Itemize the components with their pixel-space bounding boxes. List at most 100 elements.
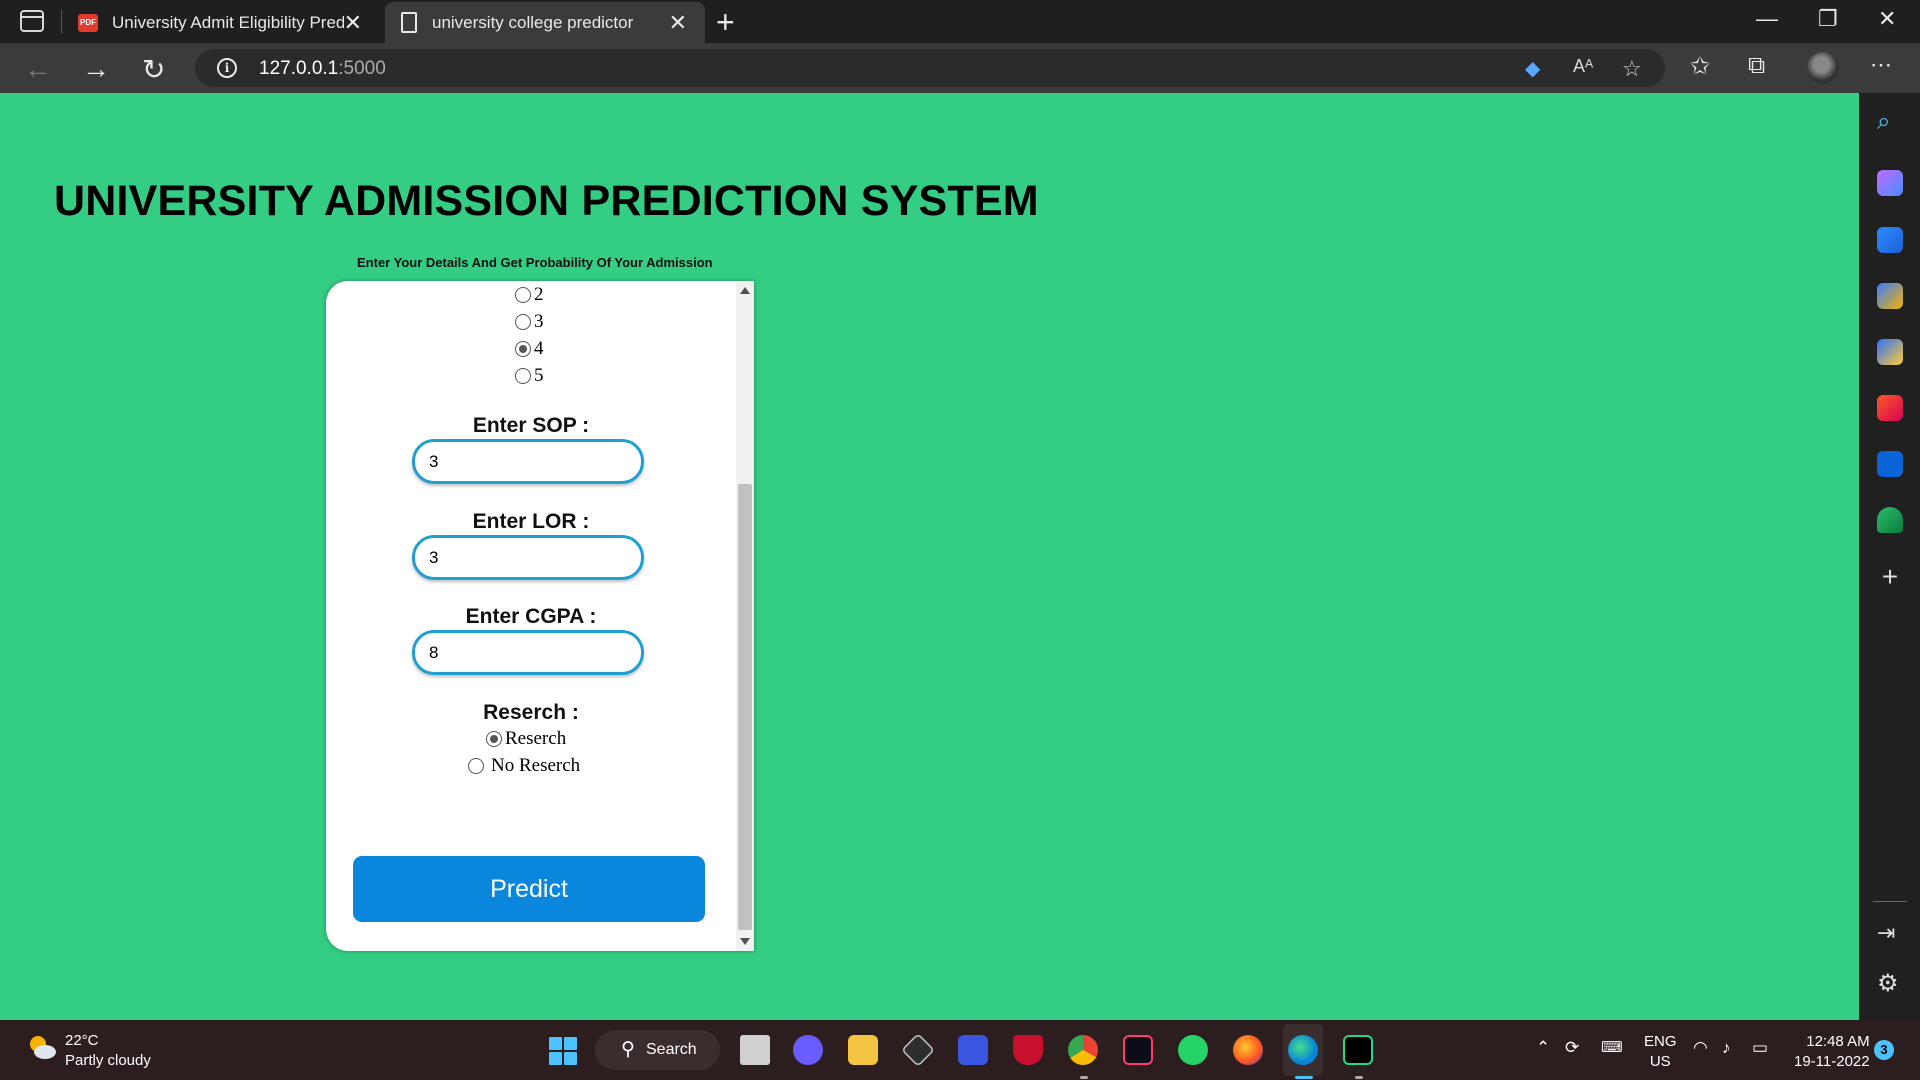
battery-icon[interactable]: ▭ xyxy=(1752,1038,1768,1058)
tools-icon[interactable] xyxy=(1877,283,1903,309)
chat-icon[interactable] xyxy=(793,1035,823,1065)
prediction-form: 2 3 4 5 Enter SOP : Enter LOR : Enter CG… xyxy=(326,281,754,951)
search-icon[interactable]: ⌕ xyxy=(1877,108,1903,135)
document-icon xyxy=(401,12,417,33)
cgpa-label: Enter CGPA : xyxy=(465,605,597,628)
sync-icon[interactable]: ⟳ xyxy=(1565,1038,1579,1058)
research-option-no[interactable]: No Reserch xyxy=(468,755,580,777)
lor-input[interactable] xyxy=(412,535,644,580)
address-bar: ← → ↻ i 127.0.0.1:5000 ◆ Aᴬ ☆ ✩ ⧉ ⋯ xyxy=(0,43,1920,93)
wifi-icon[interactable]: ◠ xyxy=(1693,1038,1708,1058)
rating-option-5[interactable]: 5 xyxy=(515,365,544,387)
radio-button-checked[interactable] xyxy=(515,341,531,357)
file-explorer-icon[interactable] xyxy=(848,1035,878,1065)
rating-option-3[interactable]: 3 xyxy=(515,311,544,333)
tab-bar: PDF University Admit Eligibility Predict… xyxy=(0,0,1920,43)
windows-start-icon[interactable] xyxy=(549,1037,577,1065)
edge-sidebar: ⌕ + ⇥ ⚙ xyxy=(1859,93,1920,1020)
tab-title: University Admit Eligibility Prediction xyxy=(112,13,344,32)
forward-icon[interactable]: → xyxy=(82,53,110,85)
more-options-icon[interactable]: ⋯ xyxy=(1870,52,1892,78)
back-icon[interactable]: ← xyxy=(24,53,52,85)
keyboard-icon[interactable]: ⌨ xyxy=(1601,1038,1623,1056)
close-tab-icon[interactable]: ✕ xyxy=(669,10,687,36)
task-view-icon[interactable] xyxy=(740,1035,770,1065)
rating-option-4[interactable]: 4 xyxy=(515,338,544,360)
add-icon[interactable]: + xyxy=(1877,561,1903,592)
taskbar: 22°C Partly cloudy ⚲ Search ⌃ ⟳ ⌨ ENG US… xyxy=(0,1020,1920,1080)
new-tab-icon[interactable]: + xyxy=(716,4,735,41)
close-window-icon[interactable]: ✕ xyxy=(1878,6,1896,32)
predict-button[interactable]: Predict xyxy=(353,856,705,922)
outlook-icon[interactable] xyxy=(1877,451,1903,477)
system-clock[interactable]: 12:48 AM 19-11-2022 xyxy=(1794,1032,1870,1072)
chrome-icon[interactable] xyxy=(1068,1035,1098,1065)
tab-actions-icon[interactable] xyxy=(20,10,44,32)
volume-icon[interactable]: ♪ xyxy=(1722,1038,1731,1058)
research-option-yes[interactable]: Reserch xyxy=(486,728,566,750)
minimize-icon[interactable]: — xyxy=(1756,6,1778,32)
avatar[interactable] xyxy=(1807,52,1839,84)
clock-date: 19-11-2022 xyxy=(1794,1053,1870,1070)
lor-label: Enter LOR : xyxy=(472,510,590,533)
scroll-down-icon[interactable] xyxy=(740,938,750,945)
url-field[interactable]: i 127.0.0.1:5000 ◆ Aᴬ ☆ xyxy=(195,49,1665,87)
chevron-up-icon[interactable]: ⌃ xyxy=(1536,1038,1550,1058)
hide-sidebar-icon[interactable]: ⇥ xyxy=(1877,920,1903,946)
language-code: ENG xyxy=(1644,1033,1677,1050)
tab-title: university college predictor xyxy=(432,13,634,32)
url-port: :5000 xyxy=(338,58,386,79)
notification-badge[interactable]: 3 xyxy=(1874,1040,1894,1060)
mcafee-icon[interactable] xyxy=(1013,1035,1043,1065)
taskbar-search[interactable]: ⚲ Search xyxy=(595,1030,720,1070)
scroll-up-icon[interactable] xyxy=(740,287,750,294)
add-favorite-icon[interactable]: ☆ xyxy=(1622,56,1642,82)
office-icon[interactable] xyxy=(1877,395,1903,421)
firefox-icon[interactable] xyxy=(1233,1035,1263,1065)
radio-button[interactable] xyxy=(515,368,531,384)
settings-icon[interactable]: ⚙ xyxy=(1877,969,1903,997)
drop-icon[interactable] xyxy=(1877,507,1903,533)
shopping-icon[interactable] xyxy=(1877,227,1903,253)
running-indicator xyxy=(1080,1076,1088,1079)
partly-cloudy-icon[interactable] xyxy=(26,1032,58,1062)
page-title: UNIVERSITY ADMISSION PREDICTION SYSTEM xyxy=(54,177,1039,225)
tab-university-college-predictor[interactable]: university college predictor ✕ xyxy=(385,2,705,43)
search-icon: ⚲ xyxy=(621,1039,635,1060)
read-aloud-icon[interactable]: Aᴬ xyxy=(1573,56,1593,77)
radio-button[interactable] xyxy=(515,287,531,303)
radio-button[interactable] xyxy=(515,314,531,330)
radio-label: 4 xyxy=(534,338,544,359)
clock-time: 12:48 AM xyxy=(1806,1033,1870,1050)
tab-university-admit-eligibility[interactable]: PDF University Admit Eligibility Predict… xyxy=(62,2,380,43)
sop-label: Enter SOP : xyxy=(472,414,590,437)
shopping-tag-icon[interactable]: ◆ xyxy=(1525,56,1540,81)
info-icon[interactable]: i xyxy=(217,58,237,78)
favorites-icon[interactable]: ✩ xyxy=(1690,52,1710,81)
refresh-icon[interactable]: ↻ xyxy=(142,53,165,86)
games-icon[interactable] xyxy=(1877,339,1903,365)
discover-icon[interactable] xyxy=(1877,170,1903,196)
pycharm-icon[interactable] xyxy=(1343,1035,1373,1065)
language-indicator[interactable]: ENG US xyxy=(1644,1032,1677,1072)
pdf-icon: PDF xyxy=(78,14,98,32)
editor-icon[interactable] xyxy=(958,1035,988,1065)
radio-label: Reserch xyxy=(505,728,567,749)
radio-button-checked[interactable] xyxy=(486,731,502,747)
close-tab-icon[interactable]: ✕ xyxy=(344,10,362,36)
video-editor-icon[interactable] xyxy=(1123,1035,1153,1065)
collections-icon[interactable]: ⧉ xyxy=(1748,52,1765,80)
url-host: 127.0.0.1 xyxy=(259,58,339,79)
scroll-thumb[interactable] xyxy=(738,484,752,930)
radio-button[interactable] xyxy=(468,758,484,774)
form-scrollbar[interactable] xyxy=(736,281,754,951)
edge-icon[interactable] xyxy=(1288,1035,1318,1065)
restore-icon[interactable]: ❐ xyxy=(1818,6,1838,32)
rating-option-2[interactable]: 2 xyxy=(515,284,544,306)
sop-input[interactable] xyxy=(412,439,644,484)
radio-label: No Reserch xyxy=(491,755,581,776)
page-subtitle: Enter Your Details And Get Probability O… xyxy=(357,255,713,270)
cgpa-input[interactable] xyxy=(412,630,644,675)
whatsapp-icon[interactable] xyxy=(1178,1035,1208,1065)
unity-icon[interactable] xyxy=(901,1033,935,1067)
